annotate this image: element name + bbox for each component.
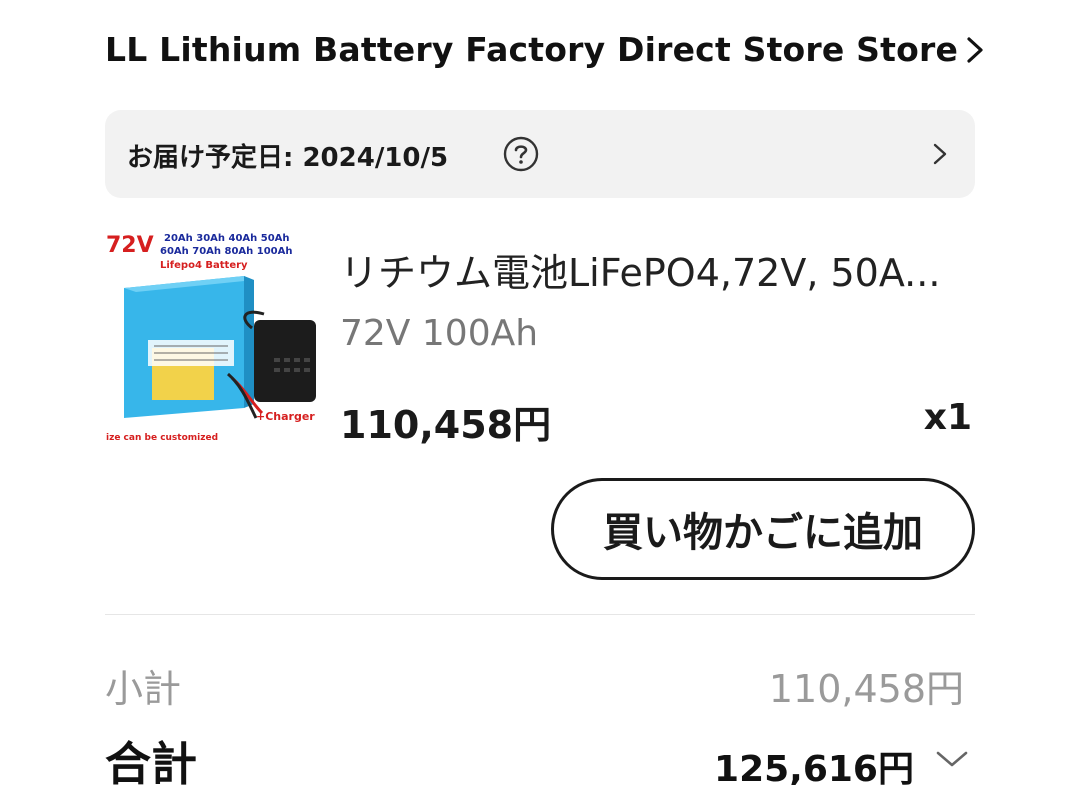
image-chemistry-text: Lifepo4 Battery (160, 260, 248, 271)
delivery-date-bar[interactable]: お届け予定日: 2024/10/5 (105, 110, 975, 198)
product-price: 110,458円 (340, 403, 552, 447)
subtotal-value: 110,458円 (768, 667, 964, 711)
store-name: LL Lithium Battery Factory Direct Store … (105, 30, 959, 69)
image-capacities-line1: 20Ah 30Ah 40Ah 50Ah (164, 233, 290, 244)
question-circle-icon[interactable] (503, 136, 539, 172)
total-label: 合計 (105, 737, 197, 785)
delivery-date-label: お届け予定日: 2024/10/5 (127, 143, 449, 173)
product-image[interactable]: 72V 20Ah 30Ah 40Ah 50Ah 60Ah 70Ah 80Ah 1… (104, 228, 318, 442)
store-header[interactable]: LL Lithium Battery Factory Direct Store … (105, 30, 986, 69)
image-capacities-line2: 60Ah 70Ah 80Ah 100Ah (160, 246, 293, 257)
image-voltage-text: 72V (106, 233, 154, 258)
product-quantity[interactable]: x1 (924, 397, 972, 438)
image-charger-text: +Charger (256, 410, 315, 423)
image-note-text: ize can be customized (106, 433, 218, 442)
total-value: 125,616円 (714, 749, 914, 785)
order-page: LL Lithium Battery Factory Direct Store … (0, 0, 1080, 785)
divider (105, 614, 975, 615)
product-variant[interactable]: 72V 100Ah (340, 313, 538, 354)
chevron-right-icon (967, 36, 983, 63)
chevron-down-icon[interactable] (934, 748, 970, 770)
product-title[interactable]: リチウム電池LiFePO4,72V, 50A... (340, 242, 980, 297)
add-to-cart-button[interactable]: 買い物かごに追加 (551, 478, 975, 580)
subtotal-label: 小計 (105, 667, 182, 711)
battery-product-picture: 72V 20Ah 30Ah 40Ah 50Ah 60Ah 70Ah 80Ah 1… (104, 228, 318, 442)
chevron-right-icon (933, 143, 947, 165)
